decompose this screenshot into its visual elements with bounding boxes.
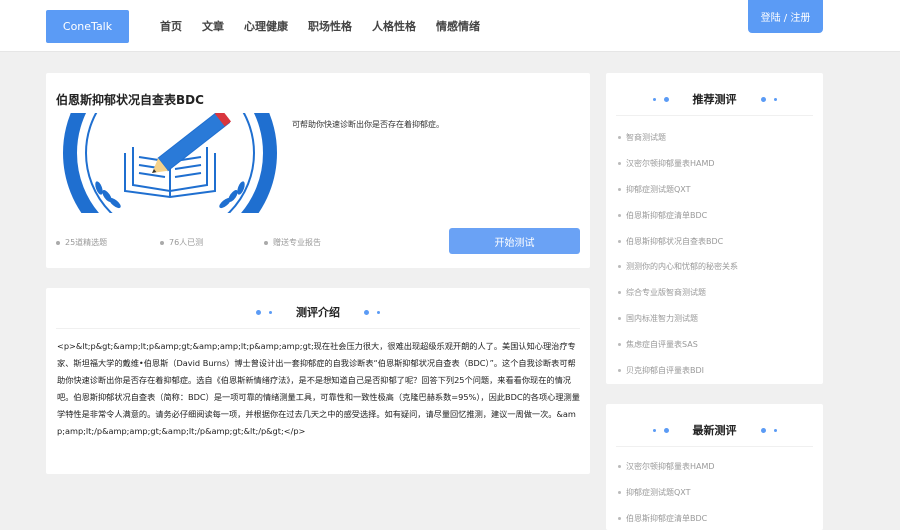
- list-item-label: 伯恩斯抑郁症清单BDC: [626, 513, 708, 523]
- list-item-label: 综合专业版智商测试题: [626, 288, 706, 298]
- bullet-icon: [618, 187, 621, 191]
- intro-body: <p>&lt;p&gt;&amp;lt;p&amp;gt;&amp;amp;lt…: [57, 341, 580, 436]
- list-item[interactable]: 伯恩斯抑郁症清单BDC: [618, 202, 738, 228]
- dot-icon: [364, 309, 369, 315]
- bullet-icon: [618, 465, 621, 469]
- report-gift-label: 赠送专业报告: [273, 238, 321, 247]
- report-gift: 赠送专业报告: [264, 237, 321, 248]
- top-header: ConeTalk 首页 文章 心理健康 职场性格 人格性格 情感情绪 登陆 / …: [0, 0, 900, 52]
- nav-mental-health[interactable]: 心理健康: [244, 18, 288, 34]
- nav-personality[interactable]: 人格性格: [372, 18, 416, 34]
- site-logo[interactable]: ConeTalk: [46, 10, 129, 43]
- dot-icon: [377, 310, 380, 314]
- list-item-label: 贝克抑郁自评量表BDI: [626, 365, 705, 375]
- dot-icon: [773, 428, 777, 432]
- test-cover-image: [63, 113, 278, 213]
- list-item[interactable]: 贝克抑郁自评量表BDI: [618, 357, 738, 383]
- intro-card: 测评介绍 <p>&lt;p&gt;&amp;lt;p&amp;gt;&amp;a…: [46, 288, 590, 474]
- book-pencil-logo-icon: [63, 113, 277, 213]
- bullet-icon: [618, 265, 621, 269]
- bullet-icon: [618, 342, 621, 346]
- list-item-label: 伯恩斯抑郁症清单BDC: [626, 210, 708, 220]
- dot-icon: [652, 97, 656, 101]
- nav-career-personality[interactable]: 职场性格: [308, 18, 352, 34]
- list-item[interactable]: 抑郁症测试题QXT: [618, 480, 715, 506]
- bullet-icon: [618, 491, 621, 495]
- tested-count: 76人已测: [160, 237, 203, 248]
- dot-icon: [773, 97, 777, 101]
- dot-icon: [663, 427, 669, 433]
- divider: [56, 328, 580, 329]
- list-item-label: 汉密尔顿抑郁量表HAMD: [626, 159, 715, 169]
- nav-emotion[interactable]: 情感情绪: [436, 18, 480, 34]
- bullet-icon: [618, 213, 621, 217]
- tested-count-label: 76人已测: [169, 238, 204, 247]
- list-item-label: 焦虑症自评量表SAS: [626, 339, 698, 349]
- divider: [616, 115, 813, 116]
- list-item-label: 国内标准智力测试题: [626, 313, 698, 323]
- list-item[interactable]: 汉密尔顿抑郁量表HAMD: [618, 151, 738, 177]
- question-count-label: 25道精选题: [65, 238, 108, 247]
- dot-icon: [256, 309, 261, 315]
- latest-panel: 最新测评 汉密尔顿抑郁量表HAMD 抑郁症测试题QXT 伯恩斯抑郁症清单BDC: [606, 404, 823, 530]
- question-count: 25道精选题: [56, 237, 107, 248]
- recommended-panel: 推荐测评 智商测试题 汉密尔顿抑郁量表HAMD 抑郁症测试题QXT 伯恩斯抑郁症…: [606, 73, 823, 384]
- list-item-label: 智商测试题: [626, 133, 666, 143]
- recommended-list: 智商测试题 汉密尔顿抑郁量表HAMD 抑郁症测试题QXT 伯恩斯抑郁症清单BDC…: [618, 125, 738, 383]
- list-item[interactable]: 综合专业版智商测试题: [618, 280, 738, 306]
- intro-title: 测评介绍: [296, 306, 340, 319]
- start-test-button[interactable]: 开始测试: [449, 228, 580, 254]
- bullet-icon: [618, 368, 621, 372]
- list-item[interactable]: 汉密尔顿抑郁量表HAMD: [618, 454, 715, 480]
- intro-heading: 测评介绍: [46, 304, 590, 320]
- latest-title: 最新测评: [692, 424, 737, 437]
- test-title: 伯恩斯抑郁状况自查表BDC: [56, 93, 204, 107]
- nav-home[interactable]: 首页: [160, 18, 182, 34]
- list-item[interactable]: 国内标准智力测试题: [618, 306, 738, 332]
- list-item[interactable]: 测测你的内心和忧郁的秘密关系: [618, 254, 738, 280]
- list-item[interactable]: 伯恩斯抑郁状况自查表BDC: [618, 228, 738, 254]
- bullet-icon: [618, 239, 621, 243]
- list-item[interactable]: 焦虑症自评量表SAS: [618, 331, 738, 357]
- list-item-label: 汉密尔顿抑郁量表HAMD: [626, 462, 715, 472]
- bullet-icon: [618, 136, 621, 140]
- dot-icon: [760, 427, 766, 433]
- bullet-icon: [618, 291, 621, 295]
- dot-icon: [269, 310, 272, 314]
- latest-list: 汉密尔顿抑郁量表HAMD 抑郁症测试题QXT 伯恩斯抑郁症清单BDC: [618, 454, 715, 530]
- bullet-icon: [160, 240, 164, 245]
- recommended-title: 推荐测评: [692, 93, 737, 106]
- main-nav: 首页 文章 心理健康 职场性格 人格性格 情感情绪: [160, 18, 480, 34]
- bullet-icon: [618, 516, 621, 520]
- dot-icon: [760, 96, 766, 102]
- list-item[interactable]: 抑郁症测试题QXT: [618, 177, 738, 203]
- bullet-icon: [618, 162, 621, 166]
- dot-icon: [663, 96, 669, 102]
- latest-heading: 最新测评: [606, 422, 823, 438]
- list-item[interactable]: 智商测试题: [618, 125, 738, 151]
- test-card: 伯恩斯抑郁状况自查表BDC 可帮助你快速诊断出你是否存在着抑郁症。 25道精选题…: [46, 73, 590, 268]
- bullet-icon: [264, 240, 268, 245]
- login-register-button[interactable]: 登陆 / 注册: [748, 0, 823, 33]
- divider: [616, 446, 813, 447]
- list-item-label: 测测你的内心和忧郁的秘密关系: [626, 262, 738, 272]
- list-item-label: 抑郁症测试题QXT: [626, 488, 691, 498]
- test-description: 可帮助你快速诊断出你是否存在着抑郁症。: [292, 120, 444, 129]
- bullet-icon: [56, 240, 60, 245]
- dot-icon: [652, 428, 656, 432]
- recommended-heading: 推荐测评: [606, 91, 823, 107]
- list-item[interactable]: 伯恩斯抑郁症清单BDC: [618, 506, 715, 530]
- nav-articles[interactable]: 文章: [202, 18, 224, 34]
- list-item-label: 抑郁症测试题QXT: [626, 184, 691, 194]
- bullet-icon: [618, 316, 621, 320]
- list-item-label: 伯恩斯抑郁状况自查表BDC: [626, 236, 724, 246]
